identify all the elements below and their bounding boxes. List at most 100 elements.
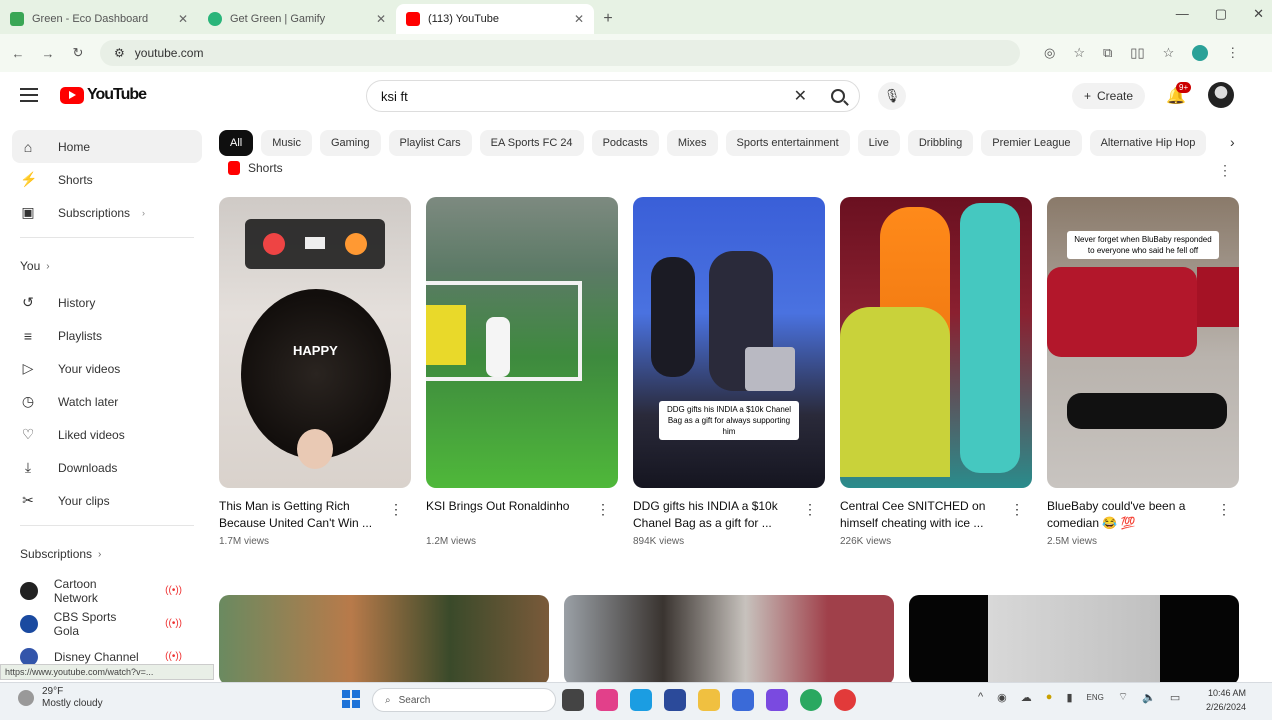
wifi-icon[interactable]: ⌔ [1118,690,1128,704]
reload-icon[interactable]: ↻ [70,45,86,61]
video-thumbnail[interactable] [219,595,549,685]
forward-icon[interactable]: → [40,46,56,61]
chrome-icon[interactable] [800,689,822,711]
sidebar-item-downloads[interactable]: ⤓ Downloads [12,451,202,484]
tray-icon[interactable]: ▮ [1066,691,1072,704]
short-card[interactable]: DDG gifts his INDIA a $10k Chanel Bag as… [633,197,825,547]
sidebar-item-liked-videos[interactable]: ♡ Liked videos [12,418,202,451]
minimize-icon[interactable]: — [1176,6,1189,22]
sidebar-item-home[interactable]: ⌂ Home [12,130,202,163]
short-more-icon[interactable]: ⋮ [596,501,610,518]
video-thumbnail[interactable] [909,595,1239,685]
app-icon[interactable] [664,689,686,711]
short-title[interactable]: This Man is Getting Rich Because United … [219,498,387,532]
chips-next-chevron-icon[interactable]: › [1230,134,1235,150]
chip[interactable]: Alternative Hip Hop [1089,130,1207,156]
browser-tab-active[interactable]: (113) YouTube ✕ [396,4,594,34]
short-card[interactable]: KSI Brings Out Ronaldinho 1.2M views ⋮ [426,197,618,547]
short-thumbnail[interactable] [426,197,618,488]
short-card[interactable]: Never forget when BluBaby responded to e… [1047,197,1239,547]
short-title[interactable]: DDG gifts his INDIA a $10k Chanel Bag as… [633,498,801,532]
search-box[interactable]: ksi ft ✕ [366,80,860,112]
chip[interactable]: Mixes [666,130,718,156]
weather-widget[interactable]: 29°F Mostly cloudy [18,686,103,710]
tray-icon[interactable]: ☁ [1021,691,1032,704]
sidebar-item-subscriptions[interactable]: ▣ Subscriptions › [12,196,202,229]
account-avatar[interactable] [1208,82,1234,108]
short-more-icon[interactable]: ⋮ [803,501,817,518]
taskbar-search[interactable]: ⌕ Search [372,688,556,712]
back-icon[interactable]: ← [10,46,26,61]
close-window-icon[interactable]: ✕ [1253,6,1264,22]
short-more-icon[interactable]: ⋮ [389,501,403,518]
search-input[interactable]: ksi ft [381,89,794,104]
lens-icon[interactable]: ◎ [1044,45,1055,61]
browser-tab[interactable]: Get Green | Gamify ✕ [198,4,396,34]
app-icon[interactable] [834,689,856,711]
create-button[interactable]: + Create [1072,83,1146,109]
sidebar-item-your-clips[interactable]: ✂ Your clips [12,484,202,517]
edge-icon[interactable] [630,689,652,711]
short-title[interactable]: Central Cee SNITCHED on himself cheating… [840,498,1008,532]
chip[interactable]: Premier League [981,130,1082,156]
sidebar-item-playlists[interactable]: ≡ Playlists [12,319,202,352]
short-thumbnail[interactable]: DDG gifts his INDIA a $10k Chanel Bag as… [633,197,825,488]
tab-close-icon[interactable]: ✕ [574,12,584,26]
task-view-icon[interactable] [562,689,584,711]
chip[interactable]: Live [857,130,900,156]
sidebar-you-heading[interactable]: You › [12,246,202,286]
hamburger-menu-icon[interactable] [20,88,38,102]
short-title[interactable]: BlueBaby could've been a comedian 😂 💯 [1047,498,1215,532]
menu-dots-icon[interactable]: ⋮ [1226,45,1239,61]
chip-all[interactable]: All [219,130,254,156]
sidebar-channel[interactable]: CBS Sports Gola ((•)) [12,607,202,640]
bookmark-star-icon[interactable]: ☆ [1073,45,1085,61]
chip[interactable]: Sports entertainment [725,130,850,156]
tray-icon[interactable]: ◉ [997,691,1007,704]
profile-avatar[interactable] [1192,45,1209,61]
sidebar-item-shorts[interactable]: ⚡ Shorts [12,163,202,196]
search-icon[interactable] [831,89,845,103]
favorites-icon[interactable]: ☆ [1163,45,1175,61]
chip[interactable]: Music [261,130,312,156]
shelf-more-icon[interactable]: ⋮ [1218,162,1232,179]
chevron-up-icon[interactable]: ^ [978,691,983,703]
windows-start-icon[interactable] [342,690,360,708]
language-icon[interactable]: ENG [1087,693,1104,702]
video-thumbnail[interactable] [564,595,894,685]
new-tab-button[interactable]: + [594,4,622,34]
clear-search-icon[interactable]: ✕ [794,86,807,106]
app-icon[interactable] [732,689,754,711]
taskbar-clock[interactable]: 10:46 AM 2/26/2024 [1206,686,1246,714]
chip[interactable]: EA Sports FC 24 [479,130,584,156]
app-icon[interactable] [596,689,618,711]
site-info-icon[interactable]: ⚙ [114,46,125,60]
tray-icon[interactable]: ● [1046,691,1053,703]
address-bar[interactable]: ⚙ youtube.com [100,40,1020,66]
short-title[interactable]: KSI Brings Out Ronaldinho [426,498,594,532]
sidebar-subscriptions-heading[interactable]: Subscriptions › [12,534,202,574]
sidebar-channel[interactable]: Cartoon Network ((•)) [12,574,202,607]
voice-search-mic-icon[interactable]: 🎙 [878,82,906,110]
extensions-icon[interactable]: ⧉ [1103,45,1112,61]
tab-close-icon[interactable]: ✕ [376,12,386,26]
browser-tab[interactable]: Green - Eco Dashboard ✕ [0,4,198,34]
short-thumbnail[interactable]: HAPPY [219,197,411,488]
chip[interactable]: Playlist Cars [388,130,472,156]
sidebar-item-watch-later[interactable]: ◷ Watch later [12,385,202,418]
sidebar-item-history[interactable]: ↺ History [12,286,202,319]
short-card[interactable]: Central Cee SNITCHED on himself cheating… [840,197,1032,547]
short-more-icon[interactable]: ⋮ [1010,501,1024,518]
short-more-icon[interactable]: ⋮ [1217,501,1231,518]
split-screen-icon[interactable]: ▯▯ [1130,45,1144,61]
volume-icon[interactable]: 🔈 [1142,691,1156,704]
sidebar-item-your-videos[interactable]: ▷ Your videos [12,352,202,385]
short-card[interactable]: HAPPY This Man is Getting Rich Because U… [219,197,411,547]
short-thumbnail[interactable]: Never forget when BluBaby responded to e… [1047,197,1239,488]
chip[interactable]: Gaming [319,130,381,156]
tab-close-icon[interactable]: ✕ [178,12,188,26]
youtube-logo[interactable]: YouTube [60,86,147,104]
battery-icon[interactable]: ▭ [1170,691,1180,704]
app-icon[interactable] [766,689,788,711]
chip[interactable]: Dribbling [907,130,974,156]
